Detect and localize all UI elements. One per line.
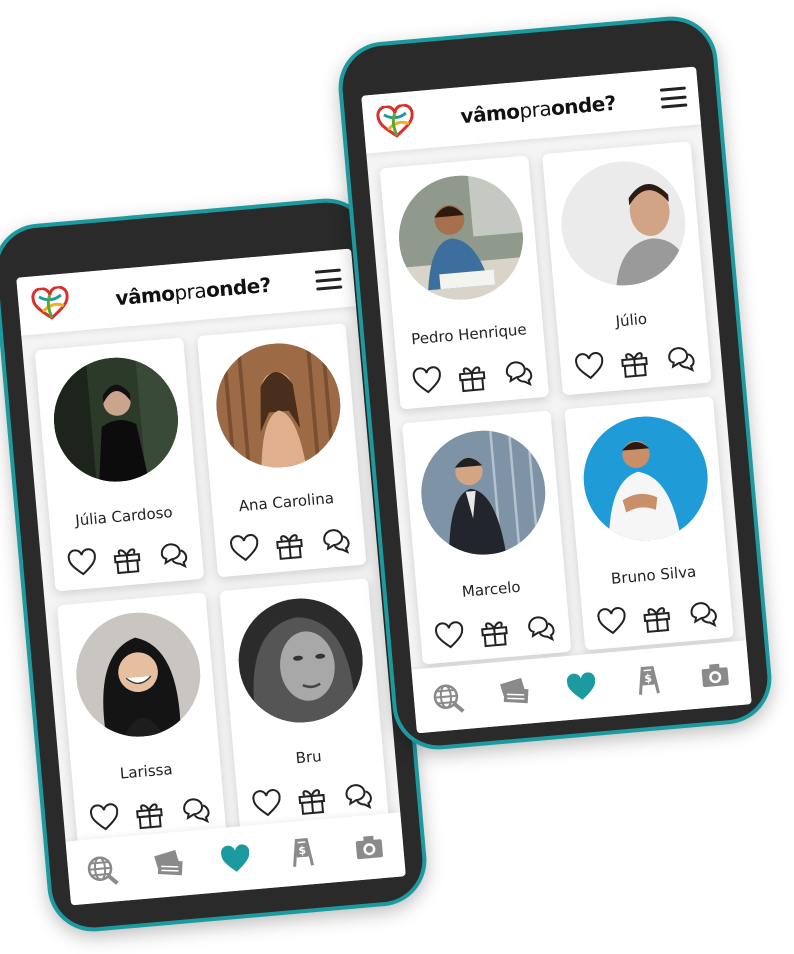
profile-name: Bruno Silva <box>610 562 697 588</box>
price-sign-icon[interactable] <box>284 835 321 872</box>
profile-name: Ana Carolina <box>237 488 335 516</box>
profile-card[interactable]: Júlia Cardoso <box>34 337 205 592</box>
chat-icon[interactable] <box>523 611 558 646</box>
app-title-part-2: pra <box>173 278 208 306</box>
camera-icon[interactable] <box>697 657 734 694</box>
avatar[interactable] <box>232 593 368 728</box>
chat-icon[interactable] <box>318 524 353 559</box>
profile-card[interactable]: Bruno Silva <box>564 396 734 651</box>
gift-icon[interactable] <box>478 615 513 650</box>
card-actions <box>559 341 710 386</box>
phone-right: vâmopraonde? Pedro Henrique Júlio Marcel… <box>334 12 776 754</box>
heart-icon[interactable] <box>572 350 607 385</box>
heart-icon[interactable] <box>87 801 122 836</box>
chat-icon[interactable] <box>686 597 721 632</box>
app-title-part-2: pra <box>518 96 553 124</box>
profile-name: Júlia Cardoso <box>74 503 174 530</box>
gift-icon[interactable] <box>110 542 145 577</box>
hamburger-menu-icon[interactable] <box>659 86 688 109</box>
card-actions <box>214 523 365 568</box>
avatar[interactable] <box>210 338 346 473</box>
phone-left-screen: vâmopraonde? Júlia Cardoso Ana Carolina … <box>16 248 406 906</box>
avatar[interactable] <box>48 352 183 487</box>
avatar[interactable] <box>70 607 205 742</box>
profile-grid: Júlia Cardoso Ana Carolina Larissa Bru <box>21 306 402 863</box>
gift-icon[interactable] <box>295 783 330 818</box>
tickets-icon[interactable] <box>496 674 533 711</box>
profile-name: Marcelo <box>461 577 522 601</box>
card-actions <box>419 610 570 655</box>
profile-name: Júlio <box>614 309 648 331</box>
heart-icon[interactable] <box>217 840 254 877</box>
card-actions <box>52 537 203 582</box>
chat-icon[interactable] <box>663 342 698 377</box>
chat-icon[interactable] <box>501 356 536 391</box>
phone-right-screen: vâmopraonde? Pedro Henrique Júlio Marcel… <box>361 66 752 734</box>
profile-card[interactable]: Larissa <box>56 592 227 847</box>
heart-icon[interactable] <box>250 787 285 822</box>
app-title-part-3: onde? <box>549 90 617 121</box>
app-title-part-1: vâmo <box>459 99 521 129</box>
hamburger-menu-icon[interactable] <box>314 268 343 291</box>
app-title: vâmopraonde? <box>70 269 317 314</box>
globe-icon[interactable] <box>83 852 120 889</box>
camera-icon[interactable] <box>351 829 388 866</box>
app-title-part-1: vâmo <box>114 281 176 311</box>
avatar[interactable] <box>577 411 713 546</box>
heart-icon[interactable] <box>595 605 630 640</box>
tickets-icon[interactable] <box>150 846 187 883</box>
profile-card[interactable]: Ana Carolina <box>197 323 367 578</box>
profile-name: Bru <box>294 747 323 768</box>
logo-icon[interactable] <box>374 103 417 140</box>
globe-icon[interactable] <box>429 680 466 717</box>
gift-icon[interactable] <box>455 360 490 395</box>
heart-icon[interactable] <box>227 532 262 567</box>
app-title: vâmopraonde? <box>415 87 662 132</box>
avatar[interactable] <box>555 156 691 291</box>
heart-icon[interactable] <box>432 619 467 654</box>
logo-icon[interactable] <box>29 285 72 322</box>
chat-icon[interactable] <box>341 779 376 814</box>
chat-icon[interactable] <box>178 793 213 828</box>
heart-icon[interactable] <box>410 364 445 399</box>
profile-card[interactable]: Pedro Henrique <box>379 155 550 410</box>
app-title-part-3: onde? <box>204 272 272 303</box>
price-sign-icon[interactable] <box>630 663 667 700</box>
profile-card[interactable]: Marcelo <box>401 410 572 665</box>
gift-icon[interactable] <box>133 797 168 832</box>
card-actions <box>582 596 733 641</box>
gift-icon[interactable] <box>640 601 675 636</box>
profile-name: Pedro Henrique <box>410 320 528 349</box>
chat-icon[interactable] <box>156 538 191 573</box>
profile-card[interactable]: Bru <box>219 578 389 833</box>
card-actions <box>397 355 548 400</box>
heart-icon[interactable] <box>65 546 100 581</box>
profile-name: Larissa <box>119 760 174 783</box>
avatar[interactable] <box>393 170 528 305</box>
gift-icon[interactable] <box>273 528 308 563</box>
heart-icon[interactable] <box>563 668 600 705</box>
avatar[interactable] <box>415 425 550 560</box>
profile-grid: Pedro Henrique Júlio Marcelo Bruno Silva <box>366 124 747 681</box>
profile-card[interactable]: Júlio <box>542 141 712 396</box>
gift-icon[interactable] <box>618 346 653 381</box>
